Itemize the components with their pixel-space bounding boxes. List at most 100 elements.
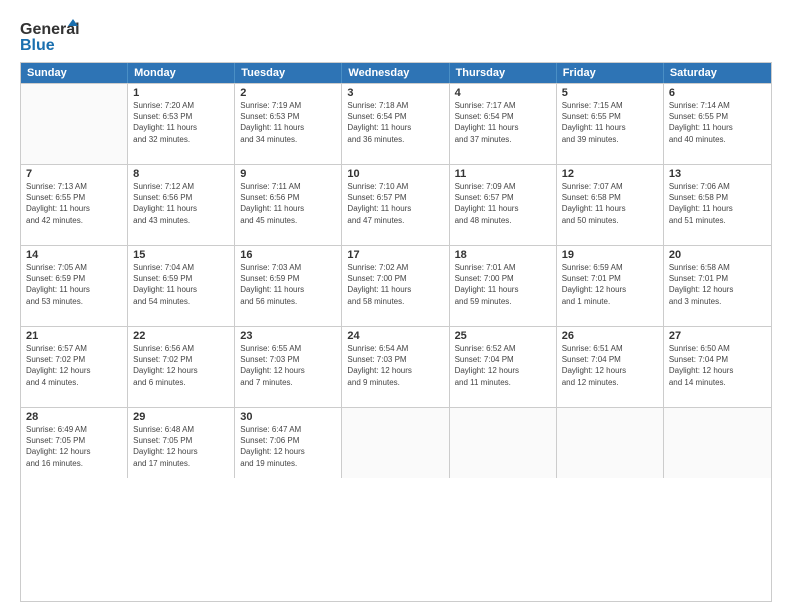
day-info: Sunrise: 7:20 AMSunset: 6:53 PMDaylight:… [133,100,229,145]
day-number: 22 [133,330,229,342]
day-info: Sunrise: 7:01 AMSunset: 7:00 PMDaylight:… [455,262,551,307]
cal-cell: 17Sunrise: 7:02 AMSunset: 7:00 PMDayligh… [342,246,449,326]
day-info: Sunrise: 6:51 AMSunset: 7:04 PMDaylight:… [562,343,658,388]
cal-cell: 25Sunrise: 6:52 AMSunset: 7:04 PMDayligh… [450,327,557,407]
day-info: Sunrise: 6:48 AMSunset: 7:05 PMDaylight:… [133,424,229,469]
day-number: 21 [26,330,122,342]
cal-header-cell: Tuesday [235,63,342,83]
day-info: Sunrise: 6:55 AMSunset: 7:03 PMDaylight:… [240,343,336,388]
day-info: Sunrise: 7:05 AMSunset: 6:59 PMDaylight:… [26,262,122,307]
day-number: 28 [26,411,122,423]
cal-cell: 27Sunrise: 6:50 AMSunset: 7:04 PMDayligh… [664,327,771,407]
cal-row: 1Sunrise: 7:20 AMSunset: 6:53 PMDaylight… [21,83,771,164]
cal-cell: 6Sunrise: 7:14 AMSunset: 6:55 PMDaylight… [664,84,771,164]
cal-cell: 3Sunrise: 7:18 AMSunset: 6:54 PMDaylight… [342,84,449,164]
cal-cell [342,408,449,478]
cal-cell: 8Sunrise: 7:12 AMSunset: 6:56 PMDaylight… [128,165,235,245]
day-number: 26 [562,330,658,342]
cal-cell: 4Sunrise: 7:17 AMSunset: 6:54 PMDaylight… [450,84,557,164]
day-info: Sunrise: 6:52 AMSunset: 7:04 PMDaylight:… [455,343,551,388]
cal-header-cell: Saturday [664,63,771,83]
day-number: 13 [669,168,766,180]
cal-cell: 5Sunrise: 7:15 AMSunset: 6:55 PMDaylight… [557,84,664,164]
cal-cell: 7Sunrise: 7:13 AMSunset: 6:55 PMDaylight… [21,165,128,245]
day-number: 25 [455,330,551,342]
day-number: 19 [562,249,658,261]
logo-svg: GeneralBlue [20,18,80,54]
cal-cell: 30Sunrise: 6:47 AMSunset: 7:06 PMDayligh… [235,408,342,478]
day-info: Sunrise: 7:13 AMSunset: 6:55 PMDaylight:… [26,181,122,226]
day-info: Sunrise: 7:06 AMSunset: 6:58 PMDaylight:… [669,181,766,226]
day-number: 10 [347,168,443,180]
day-info: Sunrise: 6:56 AMSunset: 7:02 PMDaylight:… [133,343,229,388]
day-number: 30 [240,411,336,423]
cal-cell: 22Sunrise: 6:56 AMSunset: 7:02 PMDayligh… [128,327,235,407]
cal-cell [21,84,128,164]
day-info: Sunrise: 7:09 AMSunset: 6:57 PMDaylight:… [455,181,551,226]
day-number: 20 [669,249,766,261]
cal-row: 21Sunrise: 6:57 AMSunset: 7:02 PMDayligh… [21,326,771,407]
day-info: Sunrise: 7:02 AMSunset: 7:00 PMDaylight:… [347,262,443,307]
cal-cell: 12Sunrise: 7:07 AMSunset: 6:58 PMDayligh… [557,165,664,245]
day-number: 4 [455,87,551,99]
day-number: 3 [347,87,443,99]
day-number: 15 [133,249,229,261]
cal-cell: 18Sunrise: 7:01 AMSunset: 7:00 PMDayligh… [450,246,557,326]
cal-cell [664,408,771,478]
calendar-header-row: SundayMondayTuesdayWednesdayThursdayFrid… [21,63,771,83]
day-number: 14 [26,249,122,261]
day-info: Sunrise: 7:10 AMSunset: 6:57 PMDaylight:… [347,181,443,226]
day-info: Sunrise: 7:03 AMSunset: 6:59 PMDaylight:… [240,262,336,307]
calendar-body: 1Sunrise: 7:20 AMSunset: 6:53 PMDaylight… [21,83,771,478]
day-number: 23 [240,330,336,342]
cal-header-cell: Wednesday [342,63,449,83]
cal-row: 14Sunrise: 7:05 AMSunset: 6:59 PMDayligh… [21,245,771,326]
cal-cell: 15Sunrise: 7:04 AMSunset: 6:59 PMDayligh… [128,246,235,326]
day-number: 12 [562,168,658,180]
cal-cell: 2Sunrise: 7:19 AMSunset: 6:53 PMDaylight… [235,84,342,164]
day-number: 29 [133,411,229,423]
day-info: Sunrise: 6:49 AMSunset: 7:05 PMDaylight:… [26,424,122,469]
cal-row: 7Sunrise: 7:13 AMSunset: 6:55 PMDaylight… [21,164,771,245]
cal-header-cell: Thursday [450,63,557,83]
calendar: SundayMondayTuesdayWednesdayThursdayFrid… [20,62,772,602]
day-number: 9 [240,168,336,180]
day-number: 11 [455,168,551,180]
cal-cell: 11Sunrise: 7:09 AMSunset: 6:57 PMDayligh… [450,165,557,245]
day-number: 8 [133,168,229,180]
day-number: 27 [669,330,766,342]
day-number: 17 [347,249,443,261]
cal-cell: 14Sunrise: 7:05 AMSunset: 6:59 PMDayligh… [21,246,128,326]
svg-text:Blue: Blue [20,37,55,54]
cal-cell: 26Sunrise: 6:51 AMSunset: 7:04 PMDayligh… [557,327,664,407]
day-number: 16 [240,249,336,261]
day-info: Sunrise: 6:57 AMSunset: 7:02 PMDaylight:… [26,343,122,388]
cal-cell: 20Sunrise: 6:58 AMSunset: 7:01 PMDayligh… [664,246,771,326]
day-info: Sunrise: 7:19 AMSunset: 6:53 PMDaylight:… [240,100,336,145]
day-number: 1 [133,87,229,99]
day-number: 5 [562,87,658,99]
day-number: 18 [455,249,551,261]
day-number: 6 [669,87,766,99]
day-info: Sunrise: 6:50 AMSunset: 7:04 PMDaylight:… [669,343,766,388]
day-info: Sunrise: 7:15 AMSunset: 6:55 PMDaylight:… [562,100,658,145]
header: GeneralBlue [20,18,772,54]
page: GeneralBlue SundayMondayTuesdayWednesday… [0,0,792,612]
day-info: Sunrise: 7:17 AMSunset: 6:54 PMDaylight:… [455,100,551,145]
cal-cell: 23Sunrise: 6:55 AMSunset: 7:03 PMDayligh… [235,327,342,407]
day-info: Sunrise: 7:18 AMSunset: 6:54 PMDaylight:… [347,100,443,145]
cal-cell: 16Sunrise: 7:03 AMSunset: 6:59 PMDayligh… [235,246,342,326]
day-number: 7 [26,168,122,180]
day-info: Sunrise: 7:12 AMSunset: 6:56 PMDaylight:… [133,181,229,226]
cal-header-cell: Friday [557,63,664,83]
day-info: Sunrise: 6:47 AMSunset: 7:06 PMDaylight:… [240,424,336,469]
cal-cell: 28Sunrise: 6:49 AMSunset: 7:05 PMDayligh… [21,408,128,478]
cal-cell: 13Sunrise: 7:06 AMSunset: 6:58 PMDayligh… [664,165,771,245]
cal-cell: 21Sunrise: 6:57 AMSunset: 7:02 PMDayligh… [21,327,128,407]
cal-cell: 24Sunrise: 6:54 AMSunset: 7:03 PMDayligh… [342,327,449,407]
day-info: Sunrise: 6:59 AMSunset: 7:01 PMDaylight:… [562,262,658,307]
cal-cell [557,408,664,478]
cal-cell: 9Sunrise: 7:11 AMSunset: 6:56 PMDaylight… [235,165,342,245]
cal-cell: 29Sunrise: 6:48 AMSunset: 7:05 PMDayligh… [128,408,235,478]
day-info: Sunrise: 7:07 AMSunset: 6:58 PMDaylight:… [562,181,658,226]
